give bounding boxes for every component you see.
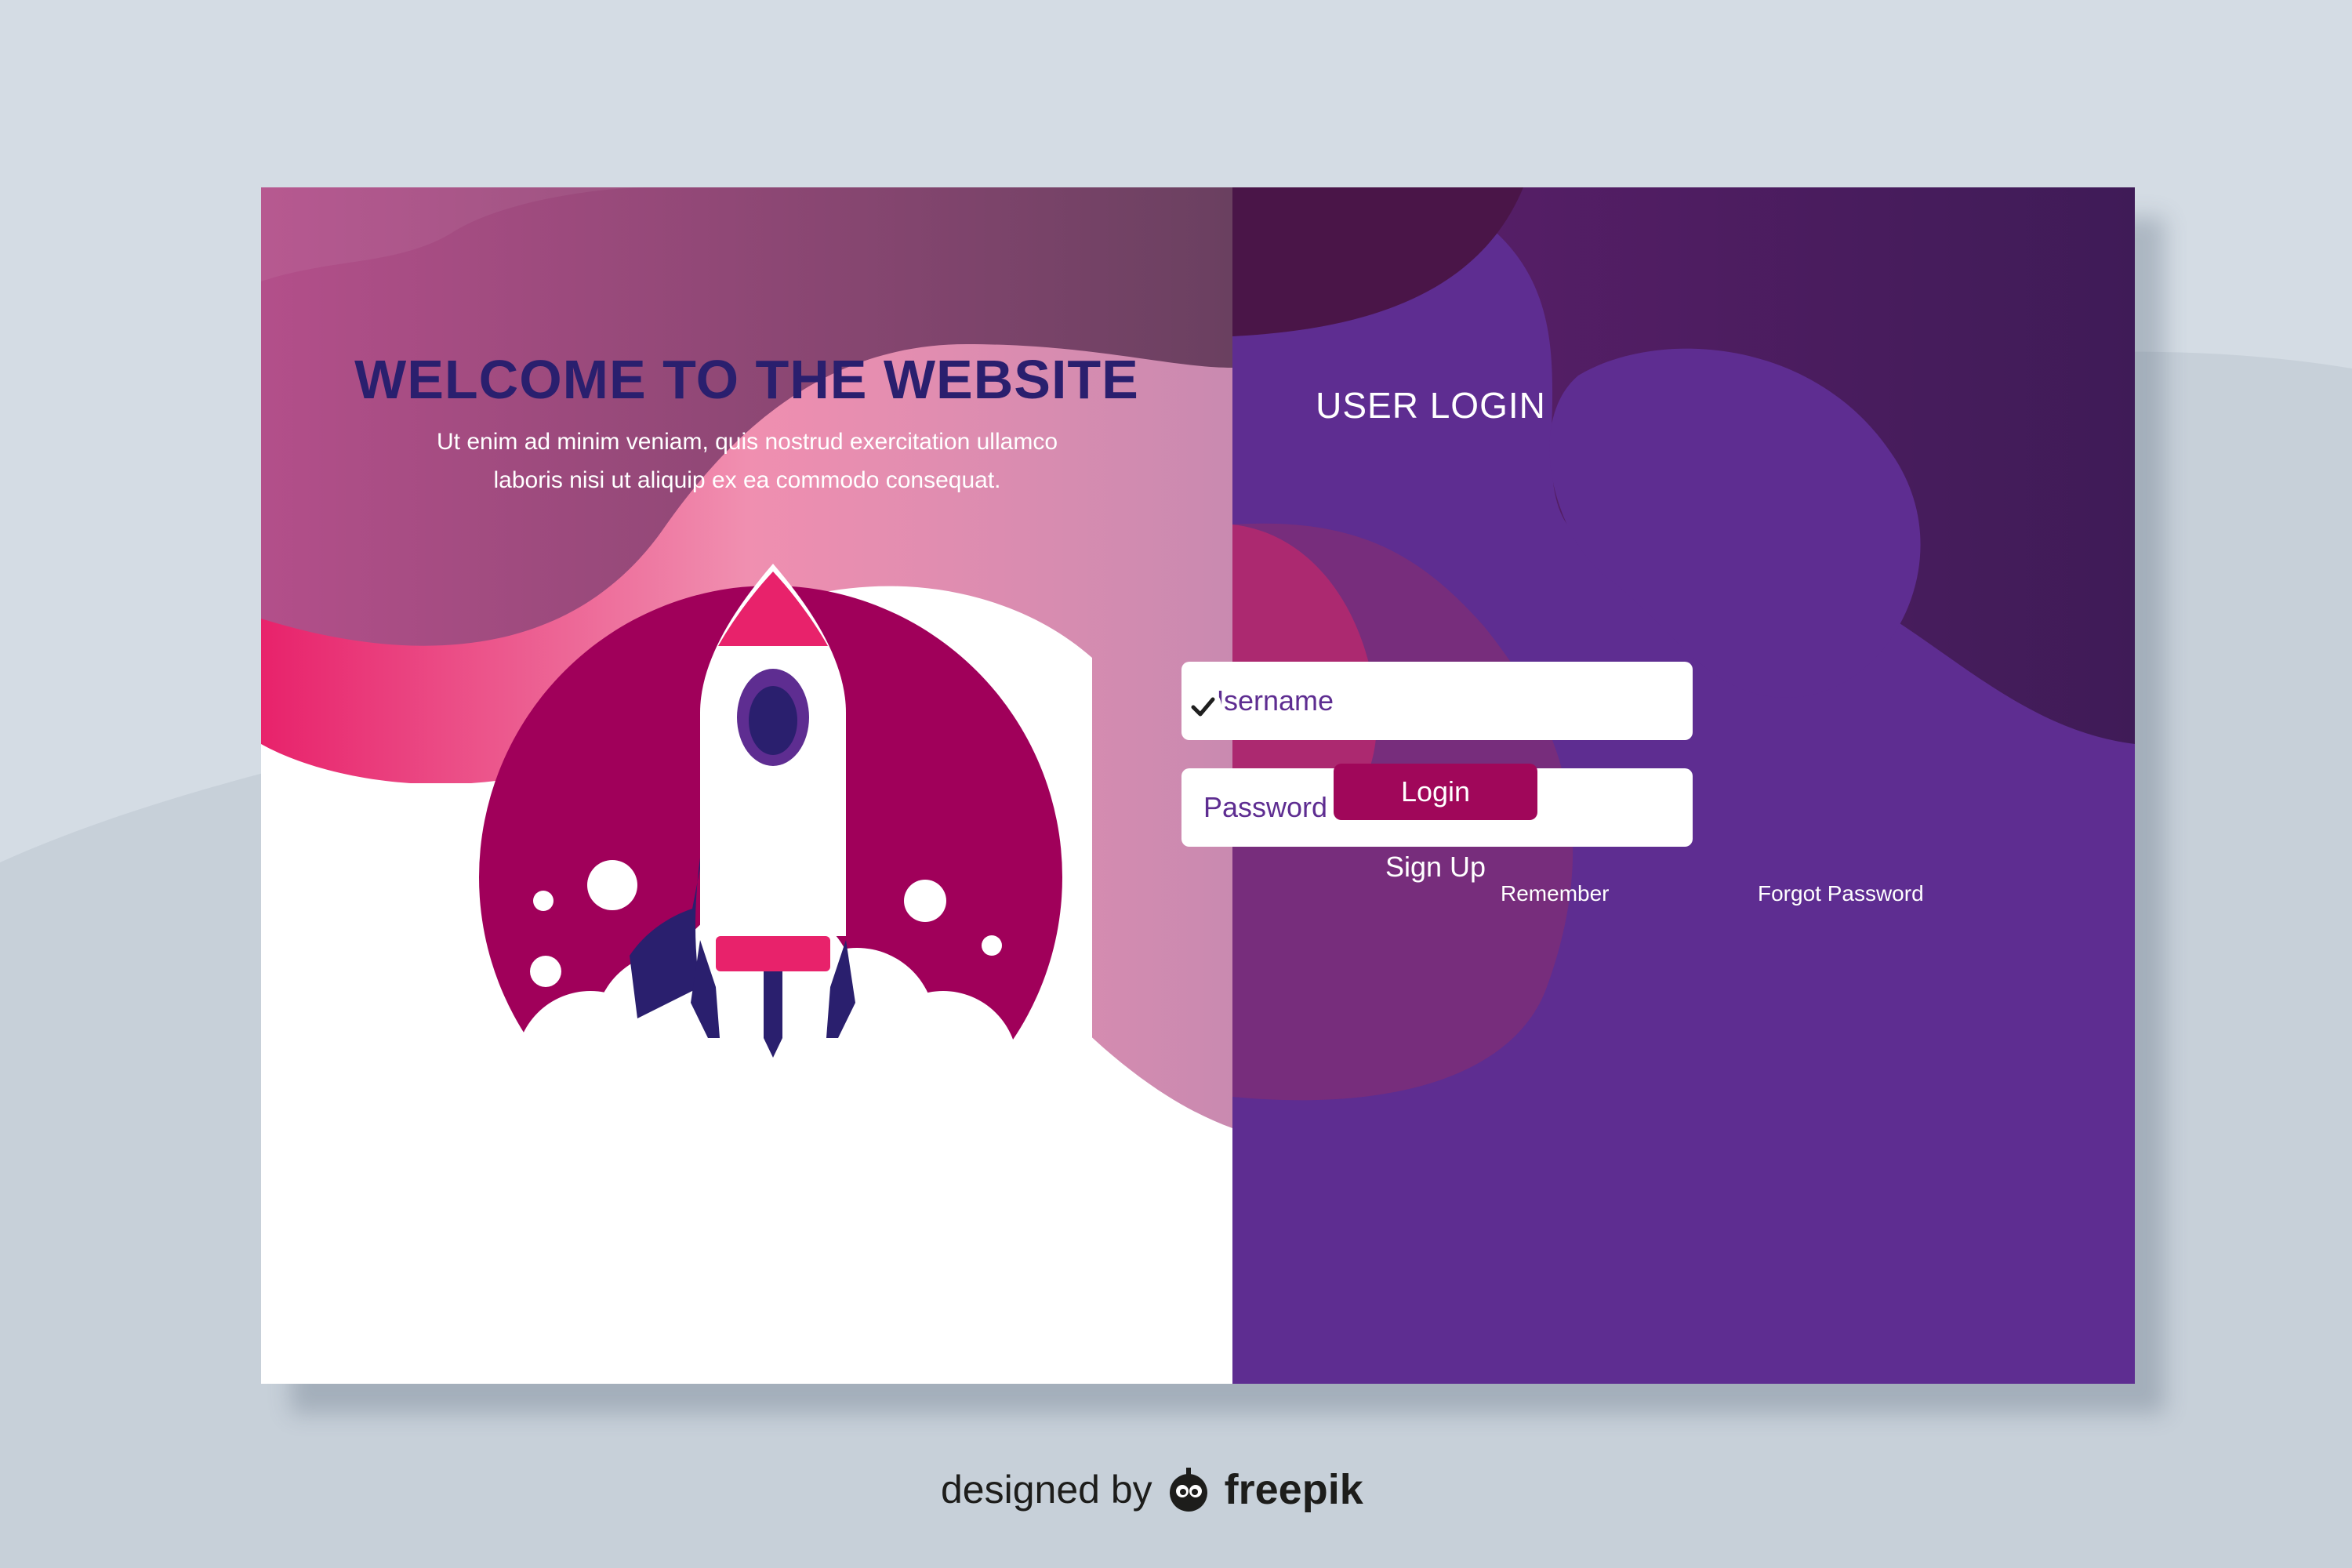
- login-title: USER LOGIN: [1316, 385, 1546, 426]
- username-input[interactable]: [1181, 662, 1693, 740]
- welcome-description: Ut enim ad minim veniam, quis nostrud ex…: [437, 429, 1058, 493]
- remember-label: Remember: [1501, 881, 1610, 906]
- forgot-password-link[interactable]: Forgot Password: [1758, 880, 1924, 908]
- freepik-logo-icon: [1169, 1468, 1207, 1512]
- login-button[interactable]: Login: [1334, 764, 1537, 820]
- designer-credit: designed by freepik: [941, 1462, 1363, 1517]
- designed-by-text: designed by: [941, 1468, 1152, 1512]
- sign-up-link[interactable]: Sign Up: [1318, 851, 1553, 884]
- brand-name: freepik: [1224, 1466, 1363, 1513]
- check-icon: [1191, 697, 1215, 717]
- welcome-title: WELCOME TO THE WEBSITE: [354, 349, 1139, 410]
- remember-checkbox[interactable]: [1184, 688, 1221, 725]
